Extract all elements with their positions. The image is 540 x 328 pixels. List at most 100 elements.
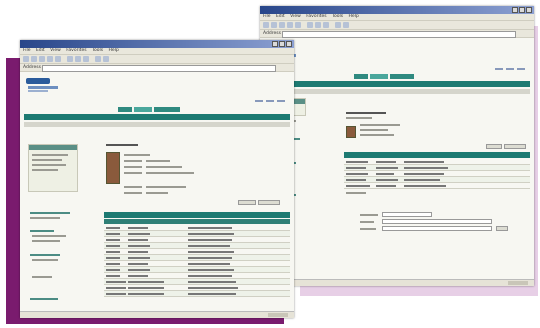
stop-icon[interactable]: [279, 22, 285, 28]
back-menubar: File Edit View Favorites Tools Help: [260, 14, 534, 21]
address-label: Address: [23, 65, 41, 70]
record-field: [360, 134, 394, 136]
tab-1[interactable]: [118, 107, 132, 112]
home-icon[interactable]: [55, 56, 61, 62]
tab-1[interactable]: [354, 74, 368, 79]
favorites-icon[interactable]: [315, 22, 321, 28]
back-address-bar: Address: [260, 30, 534, 38]
menu-help[interactable]: Help: [109, 48, 119, 53]
page-banner: [264, 81, 530, 87]
back-window-titlebar[interactable]: [260, 6, 534, 14]
menu-help[interactable]: Help: [349, 14, 359, 19]
sidebar-line: [32, 259, 58, 261]
menu-tools[interactable]: Tools: [332, 14, 343, 19]
record-subtitle: [346, 117, 372, 119]
form-label: [360, 214, 378, 216]
top-links[interactable]: [255, 90, 288, 102]
menu-edit[interactable]: Edit: [276, 14, 285, 19]
menu-view[interactable]: View: [290, 14, 301, 19]
sidebar-heading: [30, 298, 58, 300]
close-icon[interactable]: [286, 41, 292, 47]
holdings-table-header: [104, 212, 290, 218]
mail-icon[interactable]: [95, 56, 101, 62]
refresh-icon[interactable]: [287, 22, 293, 28]
record-field: [124, 154, 150, 156]
top-links[interactable]: [495, 58, 528, 70]
action-button[interactable]: [504, 144, 526, 149]
sidebar-line: [30, 217, 60, 219]
sidebar-line: [32, 169, 58, 171]
record-field: [146, 172, 194, 174]
history-icon[interactable]: [83, 56, 89, 62]
menu-file[interactable]: File: [23, 48, 31, 53]
site-logo[interactable]: [26, 78, 60, 94]
form-input[interactable]: [382, 212, 432, 217]
home-icon[interactable]: [295, 22, 301, 28]
table-column-headers: [104, 219, 290, 224]
back-arrow-icon[interactable]: [23, 56, 29, 62]
action-button[interactable]: [238, 200, 256, 205]
sidebar-line: [32, 240, 60, 242]
sidebar-heading: [30, 230, 54, 232]
menu-tools[interactable]: Tools: [92, 48, 103, 53]
close-icon[interactable]: [526, 7, 532, 13]
action-button[interactable]: [486, 144, 502, 149]
sidebar-heading: [30, 254, 60, 256]
record-field: [124, 192, 142, 194]
maximize-icon[interactable]: [519, 7, 525, 13]
form-input[interactable]: [382, 226, 492, 231]
back-browser-window: File Edit View Favorites Tools Help Addr…: [260, 6, 534, 286]
stop-icon[interactable]: [39, 56, 45, 62]
tab-2[interactable]: [134, 107, 152, 112]
form-label: [360, 228, 376, 230]
menu-file[interactable]: File: [263, 14, 271, 19]
page-banner: [24, 114, 290, 120]
detail-section-header: [344, 152, 530, 158]
maximize-icon[interactable]: [279, 41, 285, 47]
sub-toolbar: [24, 122, 290, 127]
front-toolbar: [20, 55, 294, 64]
sidebar-line: [32, 235, 66, 237]
minimize-icon[interactable]: [272, 41, 278, 47]
tab-2[interactable]: [370, 74, 388, 79]
record-field: [146, 160, 170, 162]
record-field: [124, 186, 142, 188]
sidebar-line: [32, 276, 52, 278]
go-button[interactable]: [496, 226, 508, 231]
menu-edit[interactable]: Edit: [36, 48, 45, 53]
front-window-titlebar[interactable]: [20, 40, 294, 48]
front-address-bar: Address: [20, 64, 294, 72]
back-arrow-icon[interactable]: [263, 22, 269, 28]
menu-view[interactable]: View: [50, 48, 61, 53]
table-row[interactable]: [344, 183, 530, 189]
sidebar-line: [32, 164, 66, 166]
menu-favorites[interactable]: Favorites: [306, 14, 326, 19]
tab-3[interactable]: [390, 74, 414, 79]
minimize-icon[interactable]: [512, 7, 518, 13]
address-input[interactable]: [42, 65, 276, 72]
print-icon[interactable]: [343, 22, 349, 28]
print-icon[interactable]: [103, 56, 109, 62]
menu-favorites[interactable]: Favorites: [66, 48, 86, 53]
action-button[interactable]: [258, 200, 280, 205]
favorites-icon[interactable]: [75, 56, 81, 62]
record-field: [124, 166, 142, 168]
search-icon[interactable]: [307, 22, 313, 28]
section-label: [346, 192, 366, 194]
record-field: [146, 166, 182, 168]
table-row[interactable]: [104, 291, 290, 297]
tab-3[interactable]: [154, 107, 180, 112]
form-input[interactable]: [382, 219, 492, 224]
refresh-icon[interactable]: [47, 56, 53, 62]
sidebar-line: [32, 154, 68, 156]
back-status-bar: [260, 279, 534, 286]
cover-thumbnail[interactable]: [106, 152, 120, 184]
forward-arrow-icon[interactable]: [31, 56, 37, 62]
forward-arrow-icon[interactable]: [271, 22, 277, 28]
search-icon[interactable]: [67, 56, 73, 62]
record-title: [106, 144, 138, 146]
history-icon[interactable]: [323, 22, 329, 28]
address-input[interactable]: [282, 31, 516, 38]
cover-thumbnail[interactable]: [346, 126, 356, 138]
mail-icon[interactable]: [335, 22, 341, 28]
